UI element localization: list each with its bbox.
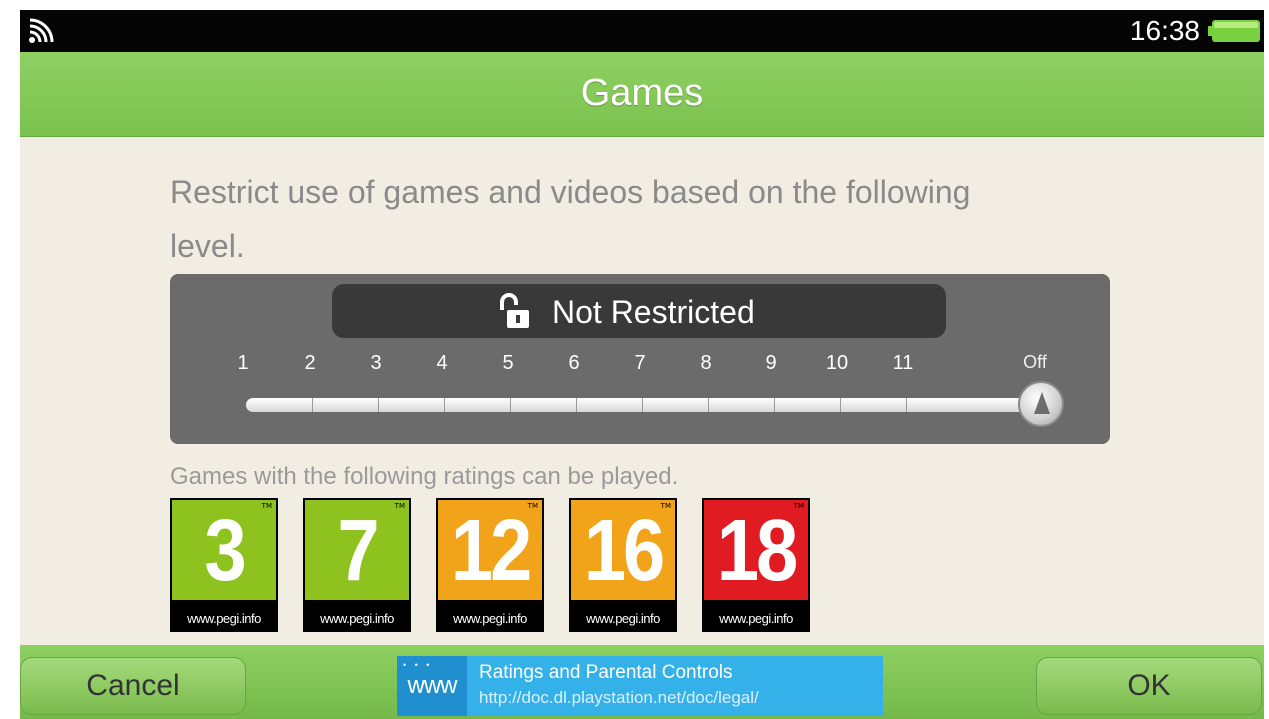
pegi-url: www.pegi.info xyxy=(453,611,527,626)
ratings-caption: Games with the following ratings can be … xyxy=(170,463,679,490)
trademark-mark: TM xyxy=(793,502,804,510)
www-icon-text: www xyxy=(407,672,458,699)
track-divider xyxy=(774,398,775,412)
pegi-url: www.pegi.info xyxy=(719,611,793,626)
tick-label-off[interactable]: Off xyxy=(1015,352,1055,373)
track-divider xyxy=(576,398,577,412)
tick-label[interactable]: 5 xyxy=(488,352,528,375)
track-divider xyxy=(708,398,709,412)
wifi-icon xyxy=(29,18,54,43)
track-divider xyxy=(510,398,511,412)
track-divider xyxy=(312,398,313,412)
slider-handle-arrow-icon xyxy=(1034,392,1050,414)
pegi-face: 12 TM xyxy=(438,500,542,600)
pegi-face: 16 TM xyxy=(571,500,675,600)
pegi-face: 7 TM xyxy=(305,500,409,600)
tick-label[interactable]: 4 xyxy=(422,352,462,375)
link-title: Ratings and Parental Controls xyxy=(479,662,733,683)
track-divider xyxy=(840,398,841,412)
pegi-face: 3 TM xyxy=(172,500,276,600)
tick-label[interactable]: 8 xyxy=(686,352,726,375)
tick-label[interactable]: 11 xyxy=(883,352,923,375)
header: Games xyxy=(20,52,1264,137)
pegi-badge: 3 TM www.pegi.info xyxy=(170,498,278,632)
pegi-face: 18 TM xyxy=(704,500,808,600)
pegi-badge: 7 TM www.pegi.info xyxy=(303,498,411,632)
pegi-rating-number: 3 xyxy=(204,501,246,599)
track-divider xyxy=(906,398,907,412)
battery-icon xyxy=(1208,20,1260,42)
ok-button[interactable]: OK xyxy=(1036,657,1262,715)
track-divider xyxy=(378,398,379,412)
clock: 16:38 xyxy=(1129,15,1200,46)
pegi-url: www.pegi.info xyxy=(320,611,394,626)
track-divider xyxy=(642,398,643,412)
tick-label[interactable]: 10 xyxy=(817,352,857,375)
pegi-url: www.pegi.info xyxy=(586,611,660,626)
link-url: http://doc.dl.playstation.net/doc/legal/ xyxy=(479,688,759,707)
pegi-badge: 18 TM www.pegi.info xyxy=(702,498,810,632)
tick-label[interactable]: 7 xyxy=(620,352,660,375)
ratings-parental-controls-link[interactable]: • • • www Ratings and Parental Controls … xyxy=(397,656,883,716)
trademark-mark: TM xyxy=(527,502,538,510)
pegi-badge: 16 TM www.pegi.info xyxy=(569,498,677,632)
tick-label[interactable]: 1 xyxy=(223,352,263,375)
footer-bar: Cancel • • • www Ratings and Parental Co… xyxy=(20,645,1264,719)
unlock-icon xyxy=(500,293,529,328)
tick-label[interactable]: 6 xyxy=(554,352,594,375)
pegi-rating-number: 18 xyxy=(716,501,799,599)
trademark-mark: TM xyxy=(394,502,405,510)
pegi-rating-number: 7 xyxy=(337,501,379,599)
restriction-status-text: Not Restricted xyxy=(552,294,755,330)
status-bar: 16:38 xyxy=(20,10,1264,52)
main-content: Restrict use of games and videos based o… xyxy=(20,137,1264,645)
trademark-mark: TM xyxy=(261,502,272,510)
pegi-url: www.pegi.info xyxy=(187,611,261,626)
track-divider xyxy=(444,398,445,412)
slider-track[interactable] xyxy=(246,398,1042,412)
page-title: Games xyxy=(580,72,704,114)
restriction-level-slider[interactable]: Not Restricted 1 2 3 4 5 6 7 8 9 10 11 O… xyxy=(170,274,1110,444)
trademark-mark: TM xyxy=(660,502,671,510)
www-icon-dots: • • • xyxy=(403,660,433,670)
slider-handle[interactable] xyxy=(1018,381,1064,427)
pegi-badge: 12 TM www.pegi.info xyxy=(436,498,544,632)
description-text: Restrict use of games and videos based o… xyxy=(170,174,971,264)
tick-label[interactable]: 2 xyxy=(290,352,330,375)
tick-label[interactable]: 9 xyxy=(751,352,791,375)
restriction-status: Not Restricted xyxy=(332,284,946,338)
pegi-rating-number: 12 xyxy=(450,501,533,599)
pegi-rating-number: 16 xyxy=(583,501,666,599)
tick-label[interactable]: 3 xyxy=(356,352,396,375)
cancel-button[interactable]: Cancel xyxy=(20,657,246,715)
www-icon: • • • www xyxy=(397,656,467,716)
